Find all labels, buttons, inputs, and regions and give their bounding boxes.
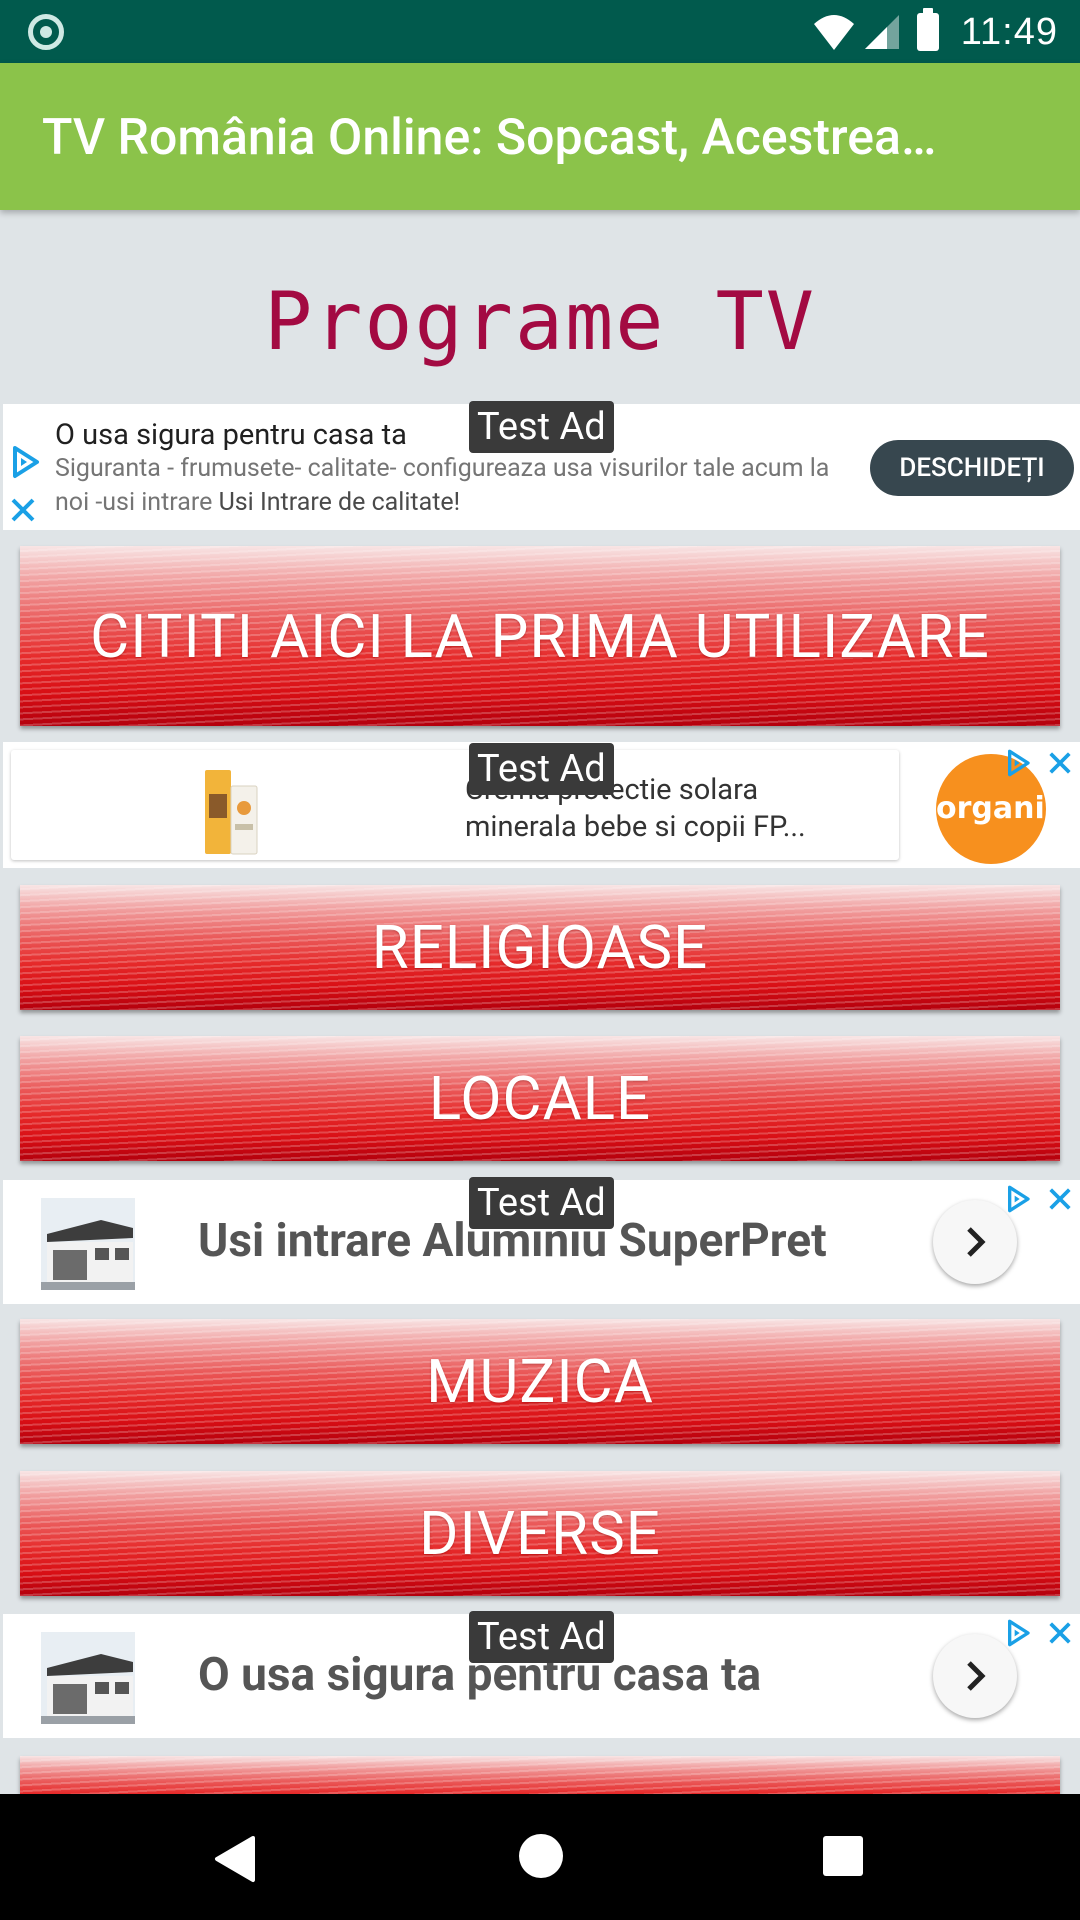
chevron-right-icon [967,1661,986,1691]
test-ad-badge: Test Ad [469,401,614,453]
chevron-right-icon [967,1227,986,1257]
ad-title: O usa sigura pentru casa ta [55,418,407,452]
wifi-icon [813,15,854,50]
ad-choices-icon[interactable] [1003,1184,1033,1214]
recents-icon[interactable] [823,1836,863,1876]
back-icon[interactable] [213,1834,257,1884]
ad-text-line-2: minerala bebe si copii FP... [465,810,806,844]
cell-signal-icon [864,15,899,49]
religious-button[interactable]: RELIGIOASE [20,885,1060,1010]
ad-choices-icon[interactable] [7,444,43,480]
first-use-button[interactable]: CITITI AICI LA PRIMA UTILIZARE [20,546,1060,726]
ad-description: Siguranta - frumusete- calitate- configu… [55,452,855,520]
ad-thumbnail [41,1632,135,1724]
home-icon[interactable] [519,1834,563,1878]
close-icon[interactable] [1047,1186,1073,1212]
test-ad-badge: Test Ad [469,1611,614,1663]
status-icons: 11:49 [813,6,1058,58]
close-icon[interactable] [1047,750,1073,776]
app-bar: TV România Online: Sopcast, Acestrea… [0,63,1080,210]
ad-card[interactable]: Crema protectie solara minerala bebe si … [11,750,899,860]
open-ad-button[interactable]: DESCHIDEȚI [870,440,1074,496]
status-bar: 11:49 [0,0,1080,63]
local-button[interactable]: LOCALE [20,1036,1060,1161]
product-image [205,770,258,855]
page-heading: Programe TV [264,275,816,368]
test-ad-badge: Test Ad [469,743,614,795]
product-ad-banner[interactable]: Crema protectie solara minerala bebe si … [3,742,1080,868]
ad-description-link: Usi Intrare de calitate! [218,488,461,517]
navigation-bar [0,1794,1080,1920]
test-ad-badge: Test Ad [469,1177,614,1229]
battery-icon [916,8,939,51]
notification-dot-icon [28,14,64,50]
banner-ad[interactable]: O usa sigura pentru casa ta Test Ad [3,1611,1080,1738]
close-icon[interactable] [9,496,37,524]
app-title: TV România Online: Sopcast, Acestrea… [42,109,937,167]
music-button[interactable]: MUZICA [20,1319,1060,1444]
ad-thumbnail [41,1198,135,1290]
ad-choices-icon[interactable] [1003,748,1033,778]
status-time: 11:49 [960,10,1058,53]
misc-button[interactable]: DIVERSE [20,1471,1060,1596]
text-ad-banner[interactable]: O usa sigura pentru casa ta Siguranta - … [3,401,1080,530]
banner-ad[interactable]: Usi intrare Aluminiu SuperPret Test Ad [3,1177,1080,1304]
ad-choices-icon[interactable] [1003,1618,1033,1648]
close-icon[interactable] [1047,1620,1073,1646]
